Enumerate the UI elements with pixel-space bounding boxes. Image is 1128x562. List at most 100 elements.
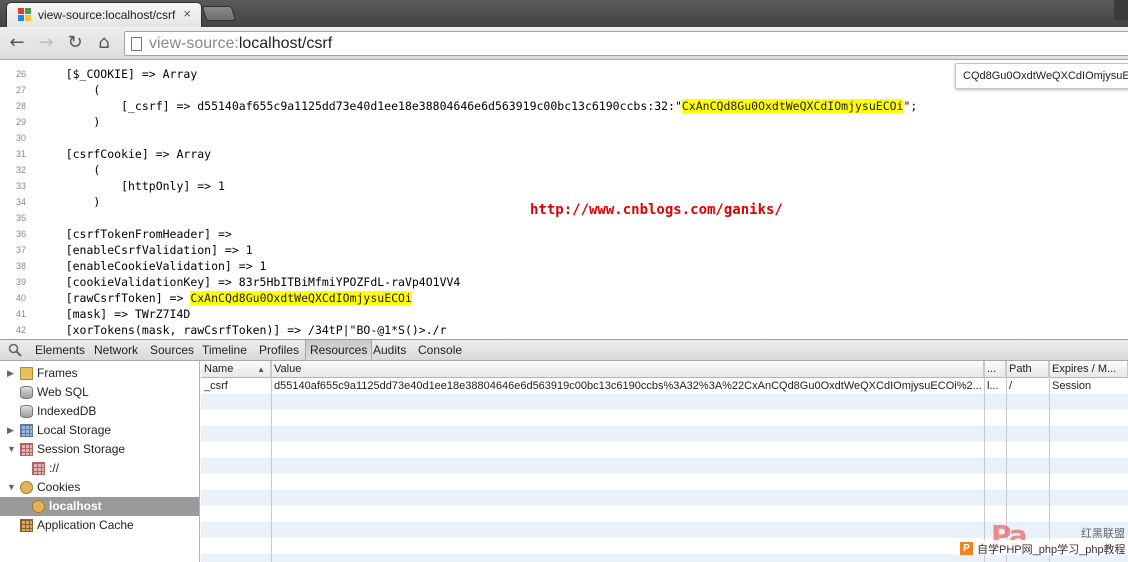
logo-caption: 自学PHP网_php学习_php教程 [977, 544, 1126, 556]
address-bar[interactable]: view-source:localhost/csrf [124, 31, 1128, 56]
find-bar[interactable]: CQd8Gu0OxdtWeQXCdIOmjysuECOi [955, 63, 1128, 89]
address-url: view-source:localhost/csrf [149, 35, 333, 52]
cookie-icon [20, 481, 33, 494]
home-icon[interactable]: ⌂ [93, 32, 115, 54]
cell-expires: Session [1052, 380, 1092, 392]
source-line: 39 [cookieValidationKey] => 83r5HbITBiMf… [0, 274, 1128, 290]
line-number: 33 [15, 181, 26, 191]
source-code: [xorTokens(mask, rawCsrfToken)] => /34tP… [38, 323, 447, 337]
search-icon[interactable] [8, 343, 22, 357]
line-number: 40 [15, 293, 26, 303]
line-number: 37 [15, 245, 26, 255]
collapse-arrow-icon[interactable]: ▼ [7, 478, 16, 497]
sidebar-item-label: Local Storage [37, 423, 112, 437]
logo-badge-icon: P [960, 542, 973, 555]
cookie-icon [32, 500, 45, 513]
line-number: 31 [15, 149, 26, 159]
table-row[interactable] [201, 490, 1128, 506]
sidebar-item-label: Session Storage [37, 442, 126, 456]
source-line: 29 ) [0, 114, 1128, 130]
source-code: [rawCsrfToken] => CxAnCQd8Gu0OxdtWeQXCdI… [38, 291, 412, 305]
cell-path: / [1009, 380, 1013, 392]
sidebar-item-session-storage[interactable]: ▼ Session Storage [0, 440, 199, 459]
line-number: 32 [15, 165, 26, 175]
database-icon [20, 386, 33, 399]
sidebar-item-label: localhost [49, 499, 102, 513]
sidebar-item-frames[interactable]: ▶ Frames [0, 364, 199, 383]
source-code: [mask] => TWrZ7I4D [38, 307, 191, 321]
table-row[interactable]: _csrf d55140af655c9a1125dd73e40d1ee18e388… [201, 378, 1128, 394]
folder-icon [20, 367, 33, 380]
browser-tab[interactable]: view-source:localhost/csrf × [6, 2, 202, 27]
find-input[interactable]: CQd8Gu0OxdtWeQXCdIOmjysuECOi [963, 70, 1128, 82]
devtools-tab-audits[interactable]: Audits [369, 340, 410, 360]
table-row[interactable] [201, 394, 1128, 410]
window-controls[interactable] [1114, 0, 1128, 20]
sidebar-item-indexeddb[interactable]: IndexedDB [0, 402, 199, 421]
line-number: 34 [15, 197, 26, 207]
sidebar-item-label: Frames [37, 366, 78, 380]
table-row[interactable] [201, 442, 1128, 458]
sidebar-item-cookies[interactable]: ▼ Cookies [0, 478, 199, 497]
source-line: 37 [enableCsrfValidation] => 1 [0, 242, 1128, 258]
table-row[interactable] [201, 426, 1128, 442]
expand-arrow-icon[interactable]: ▶ [7, 421, 14, 440]
sidebar-item-label: :// [49, 461, 60, 475]
watermark-url: http://www.cnblogs.com/ganiks/ [530, 202, 783, 218]
line-number: 39 [15, 277, 26, 287]
source-line: 41 [mask] => TWrZ7I4D [0, 306, 1128, 322]
devtools-tab-network[interactable]: Network [90, 340, 142, 360]
column-header-name[interactable]: Name ▲ [201, 361, 271, 378]
source-code: [enableCsrfValidation] => 1 [38, 243, 253, 257]
expand-arrow-icon[interactable]: ▶ [7, 364, 14, 383]
sidebar-item-session-origin[interactable]: :// [0, 459, 199, 478]
line-number: 41 [15, 309, 26, 319]
favicon-icon [18, 8, 32, 22]
sidebar-item-application-cache[interactable]: Application Cache [0, 516, 199, 535]
column-header-domain[interactable]: ... [984, 361, 1006, 378]
column-header-value[interactable]: Value [271, 361, 984, 378]
line-number: 30 [15, 133, 26, 143]
table-row[interactable] [201, 410, 1128, 426]
source-code: ) [38, 195, 101, 209]
app-cache-icon [20, 519, 33, 532]
browser-toolbar: ← → ↻ ⌂ view-source:localhost/csrf [0, 27, 1128, 60]
devtools-tab-profiles[interactable]: Profiles [255, 340, 303, 360]
source-code: ( [38, 163, 101, 177]
devtools-tab-timeline[interactable]: Timeline [198, 340, 251, 360]
table-header: Name ▲ Value ... Path Expires / M... [201, 361, 1128, 378]
back-arrow-icon[interactable]: ← [6, 32, 28, 54]
line-number: 36 [15, 229, 26, 239]
source-code: [csrfCookie] => Array [38, 147, 212, 161]
source-line: 30 [0, 130, 1128, 146]
line-number: 27 [15, 85, 26, 95]
tab-title: view-source:localhost/csrf [38, 8, 176, 22]
devtools-tab-sources[interactable]: Sources [146, 340, 198, 360]
column-header-expires[interactable]: Expires / M... [1049, 361, 1128, 378]
devtools-tab-elements[interactable]: Elements [31, 340, 89, 360]
new-tab-button[interactable] [201, 6, 237, 21]
devtools-tab-console[interactable]: Console [414, 340, 466, 360]
page-icon [131, 37, 142, 51]
column-header-path[interactable]: Path [1006, 361, 1049, 378]
table-row[interactable] [201, 458, 1128, 474]
sidebar-item-local-storage[interactable]: ▶ Local Storage [0, 421, 199, 440]
cell-value: d55140af655c9a1125dd73e40d1ee18e38804646… [274, 380, 982, 392]
line-number: 38 [15, 261, 26, 271]
source-code: ( [38, 83, 101, 97]
source-code: [csrfTokenFromHeader] => [38, 227, 232, 241]
tab-close-icon[interactable]: × [183, 6, 191, 21]
forward-arrow-icon[interactable]: → [35, 32, 57, 54]
local-storage-icon [20, 424, 33, 437]
table-row[interactable] [201, 474, 1128, 490]
sidebar-item-web-sql[interactable]: Web SQL [0, 383, 199, 402]
sidebar-item-label: Application Cache [37, 518, 134, 532]
reload-icon[interactable]: ↻ [64, 32, 86, 54]
sidebar-item-localhost[interactable]: localhost [0, 497, 199, 516]
column-divider[interactable] [271, 361, 272, 562]
collapse-arrow-icon[interactable]: ▼ [7, 440, 16, 459]
line-number: 29 [15, 117, 26, 127]
devtools-tab-resources[interactable]: Resources [305, 340, 373, 360]
source-line: 36 [csrfTokenFromHeader] => [0, 226, 1128, 242]
source-code: [_csrf] => d55140af655c9a1125dd73e40d1ee… [38, 99, 918, 113]
